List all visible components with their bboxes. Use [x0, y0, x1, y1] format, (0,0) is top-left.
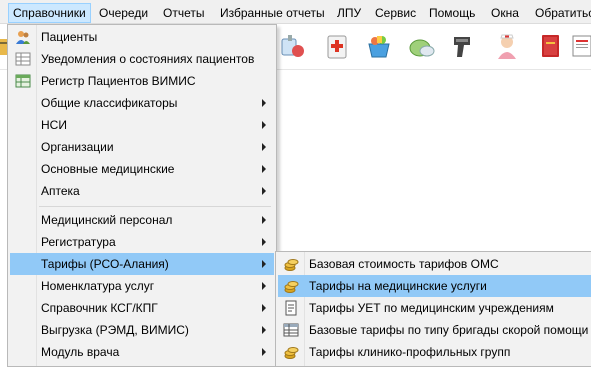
submenu-item-tarify-na-uslugi[interactable]: Тарифы на медицинские услуги	[278, 275, 591, 297]
menu-servis[interactable]: Сервис	[371, 3, 420, 23]
submenu-arrow-icon	[262, 187, 266, 195]
red-book-icon[interactable]	[535, 31, 565, 61]
submenu-arrow-icon	[262, 99, 266, 107]
submenu-item-label: Тарифы клинико-профильных групп	[309, 345, 511, 359]
submenu-arrow-icon	[262, 165, 266, 173]
pills-icon[interactable]	[407, 31, 437, 61]
submenu-arrow-icon	[262, 326, 266, 334]
menu-item-label: Регистратура	[41, 235, 116, 249]
submenu-item-bazovaya-stoimost[interactable]: Базовая стоимость тарифов ОМС	[278, 253, 591, 275]
menu-item-obshchie-klassifikatory[interactable]: Общие классификаторы	[10, 92, 274, 114]
submenu-item-label: Базовые тарифы по типу бригады скорой по…	[309, 323, 589, 337]
menu-item-nomenklatura-uslug[interactable]: Номенклатура услуг	[10, 275, 274, 297]
menu-item-modul-vracha[interactable]: Модуль врача	[10, 341, 274, 363]
menu-bar: Справочники Очереди Отчеты Избранные отч…	[0, 0, 591, 24]
menu-item-label: Аптека	[41, 184, 80, 198]
menu-ocheredi[interactable]: Очереди	[95, 3, 152, 23]
menu-item-label: Регистр Пациентов ВИМИС	[41, 74, 196, 88]
submenu-item-label: Базовая стоимость тарифов ОМС	[309, 257, 499, 271]
menu-item-registratura[interactable]: Регистратура	[10, 231, 274, 253]
menu-item-label: Пациенты	[41, 30, 98, 44]
patients-icon	[15, 29, 31, 45]
menu-item-label: Номенклатура услуг	[41, 279, 155, 293]
menu-item-label: Справочник КСГ/КПГ	[41, 301, 158, 315]
menu-lpu[interactable]: ЛПУ	[333, 3, 365, 23]
dropdown-menu-spravochniki: Пациенты Уведомления о состояниях пациен…	[7, 24, 277, 367]
register-table-icon	[15, 73, 31, 89]
first-aid-kit-icon[interactable]	[322, 31, 352, 61]
menu-spravochniki[interactable]: Справочники	[8, 3, 91, 23]
submenu-tarify: Базовая стоимость тарифов ОМС Тарифы на …	[275, 251, 591, 367]
coins-icon	[283, 256, 299, 272]
menu-item-label: Общие классификаторы	[41, 96, 178, 110]
menu-item-label: НСИ	[41, 118, 67, 132]
report-document-icon[interactable]	[570, 31, 591, 61]
menu-item-label: Уведомления о состояниях пациентов	[41, 52, 255, 66]
coins-icon	[283, 344, 299, 360]
submenu-item-label: Тарифы УЕТ по медицинским учреждениям	[309, 301, 554, 315]
menu-item-label: Тарифы (РСО-Алания)	[41, 257, 169, 271]
coins-icon	[283, 278, 299, 294]
menu-item-tarify[interactable]: Тарифы (РСО-Алания)	[10, 253, 274, 275]
submenu-arrow-icon	[262, 348, 266, 356]
menu-item-label: Выгрузка (РЭМД, ВИМИС)	[41, 323, 189, 337]
submenu-arrow-icon	[262, 260, 266, 268]
submenu-arrow-icon	[262, 238, 266, 246]
menu-pomoshch[interactable]: Помощь	[425, 3, 479, 23]
menu-obratitsya[interactable]: Обратиться	[531, 3, 591, 23]
menu-item-apteka[interactable]: Аптека	[10, 180, 274, 202]
submenu-arrow-icon	[262, 216, 266, 224]
pharmacy-basket-icon[interactable]	[364, 31, 394, 61]
submenu-item-tarify-uet[interactable]: Тарифы УЕТ по медицинским учреждениям	[278, 297, 591, 319]
menu-separator	[39, 206, 271, 207]
submenu-item-bazovye-tarify-brigady[interactable]: Базовые тарифы по типу бригады скорой по…	[278, 319, 591, 341]
menu-izbrannye-otchety[interactable]: Избранные отчеты	[216, 3, 329, 23]
notifications-grid-icon	[15, 51, 31, 67]
menu-okna[interactable]: Окна	[487, 3, 523, 23]
submenu-arrow-icon	[262, 282, 266, 290]
submenu-item-tarify-kpg[interactable]: Тарифы клинико-профильных групп	[278, 341, 591, 363]
menu-item-label: Медицинский персонал	[41, 213, 173, 227]
submenu-item-label: Тарифы на медицинские услуги	[309, 279, 487, 293]
menu-item-patsienty[interactable]: Пациенты	[10, 26, 274, 48]
submenu-arrow-icon	[262, 304, 266, 312]
menu-item-meditsinskiy-personal[interactable]: Медицинский персонал	[10, 209, 274, 231]
menu-item-uvedomleniya[interactable]: Уведомления о состояниях пациентов	[10, 48, 274, 70]
syringe-vial-icon[interactable]	[278, 31, 308, 61]
menu-item-osnovnye-meditsinskie[interactable]: Основные медицинские	[10, 158, 274, 180]
menu-item-nsi[interactable]: НСИ	[10, 114, 274, 136]
menu-item-vygruzka[interactable]: Выгрузка (РЭМД, ВИМИС)	[10, 319, 274, 341]
menu-item-organizatsii[interactable]: Организации	[10, 136, 274, 158]
menu-otchety[interactable]: Отчеты	[159, 3, 208, 23]
barcode-scanner-icon[interactable]	[448, 31, 478, 61]
menu-item-label: Модуль врача	[41, 345, 120, 359]
table-icon	[283, 322, 299, 338]
menu-item-registr-vimis[interactable]: Регистр Пациентов ВИМИС	[10, 70, 274, 92]
menu-item-label: Основные медицинские	[41, 162, 175, 176]
document-icon	[283, 300, 299, 316]
submenu-arrow-icon	[262, 143, 266, 151]
nurse-icon[interactable]	[492, 31, 522, 61]
submenu-arrow-icon	[262, 121, 266, 129]
menu-item-spravochnik-ksg[interactable]: Справочник КСГ/КПГ	[10, 297, 274, 319]
menu-item-label: Организации	[41, 140, 114, 154]
